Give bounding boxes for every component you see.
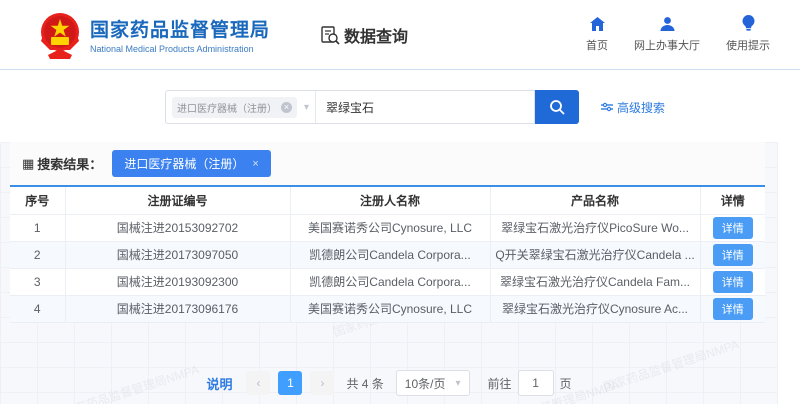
note-link[interactable]: 说明 bbox=[206, 374, 232, 393]
chevron-down-icon: ▾ bbox=[304, 102, 309, 113]
search-section: 进口医疗器械（注册） × ▾ 高级搜索 bbox=[0, 70, 800, 142]
nav-label: 使用提示 bbox=[726, 37, 770, 53]
org-name-zh: 国家药品监督管理局 bbox=[90, 15, 270, 42]
results-tab-label: 进口医疗器械（注册） bbox=[124, 155, 244, 172]
header-nav: 首页 网上办事大厅 使用提示 bbox=[586, 14, 770, 53]
org-name-en: National Medical Products Administration bbox=[90, 44, 270, 54]
page-size-value: 10条/页 bbox=[405, 375, 446, 392]
advanced-search-link[interactable]: 高级搜索 bbox=[601, 99, 665, 116]
results-label: ▦ 搜索结果： bbox=[22, 154, 102, 173]
results-bar: ▦ 搜索结果： 进口医疗器械（注册） × bbox=[10, 142, 765, 185]
goto-prefix: 前往 bbox=[488, 375, 512, 392]
chevron-down-icon: ▾ bbox=[455, 378, 460, 389]
page-size-select[interactable]: 10条/页 ▾ bbox=[396, 370, 470, 396]
cell-no: 4 bbox=[10, 295, 65, 322]
data-query-icon bbox=[320, 25, 340, 45]
detail-button[interactable]: 详情 bbox=[713, 244, 753, 266]
cell-detail: 详情 bbox=[700, 241, 765, 268]
cell-registrant: 美国赛诺秀公司Cynosure, LLC bbox=[290, 214, 490, 241]
nav-label: 网上办事大厅 bbox=[634, 37, 700, 53]
grid-icon: ▦ bbox=[22, 156, 34, 172]
app-title: 数据查询 bbox=[320, 23, 408, 47]
table-row: 1 国械注进20153092702 美国赛诺秀公司Cynosure, LLC 翠… bbox=[10, 214, 765, 241]
cell-cert: 国械注进20193092300 bbox=[65, 268, 290, 295]
home-icon bbox=[589, 14, 606, 32]
table-row: 3 国械注进20193092300 凯德朗公司Candela Corpora..… bbox=[10, 268, 765, 295]
prev-page-button[interactable]: ‹ bbox=[246, 371, 270, 395]
results-active-tab[interactable]: 进口医疗器械（注册） × bbox=[112, 150, 270, 177]
search-input[interactable] bbox=[315, 90, 535, 124]
goto-page: 前往 页 bbox=[488, 370, 572, 396]
user-icon bbox=[659, 14, 676, 32]
cell-product: 翠绿宝石激光治疗仪Candela Fam... bbox=[490, 268, 700, 295]
nav-item-service-hall[interactable]: 网上办事大厅 bbox=[634, 14, 700, 53]
cell-cert: 国械注进20173097050 bbox=[65, 241, 290, 268]
org-title-block: 国家药品监督管理局 National Medical Products Admi… bbox=[90, 15, 270, 54]
cell-no: 1 bbox=[10, 214, 65, 241]
col-header-no: 序号 bbox=[10, 186, 65, 214]
search-icon bbox=[549, 99, 565, 115]
bulb-icon bbox=[742, 14, 755, 32]
header: 国家药品监督管理局 National Medical Products Admi… bbox=[0, 0, 800, 70]
page-number-active[interactable]: 1 bbox=[278, 371, 302, 395]
national-emblem-logo bbox=[38, 11, 82, 59]
filter-icon bbox=[601, 102, 613, 112]
results-card: ▦ 搜索结果： 进口医疗器械（注册） × 序号 注册证编号 注册人名称 产品名称… bbox=[10, 142, 765, 323]
category-tag: 进口医疗器械（注册） × bbox=[172, 97, 297, 118]
app-title-label: 数据查询 bbox=[344, 23, 408, 47]
detail-button[interactable]: 详情 bbox=[713, 271, 753, 293]
col-header-product: 产品名称 bbox=[490, 186, 700, 214]
cell-no: 3 bbox=[10, 268, 65, 295]
cell-registrant: 凯德朗公司Candela Corpora... bbox=[290, 241, 490, 268]
cell-product: 翠绿宝石激光治疗仪PicoSure Wo... bbox=[490, 214, 700, 241]
cell-registrant: 美国赛诺秀公司Cynosure, LLC bbox=[290, 295, 490, 322]
col-header-registrant: 注册人名称 bbox=[290, 186, 490, 214]
category-tag-label: 进口医疗器械（注册） bbox=[177, 100, 277, 115]
col-header-cert: 注册证编号 bbox=[65, 186, 290, 214]
tab-close-icon[interactable]: × bbox=[252, 158, 258, 170]
search-box: 进口医疗器械（注册） × ▾ bbox=[165, 90, 579, 124]
table-header-row: 序号 注册证编号 注册人名称 产品名称 详情 bbox=[10, 186, 765, 214]
table-row: 2 国械注进20173097050 凯德朗公司Candela Corpora..… bbox=[10, 241, 765, 268]
advanced-search-label: 高级搜索 bbox=[617, 99, 665, 116]
cell-detail: 详情 bbox=[700, 214, 765, 241]
pagination: 说明 ‹ 1 › 共 4 条 10条/页 ▾ 前往 页 bbox=[0, 370, 778, 396]
category-tag-close-icon[interactable]: × bbox=[281, 102, 292, 113]
table-row: 4 国械注进20173096176 美国赛诺秀公司Cynosure, LLC 翠… bbox=[10, 295, 765, 322]
cell-product: Q开关翠绿宝石激光治疗仪Candela ... bbox=[490, 241, 700, 268]
cell-cert: 国械注进20153092702 bbox=[65, 214, 290, 241]
main-content: 国家药品监督管理局NMPA 国家药品监督管理局NMPA 国家药品监督管理局NMP… bbox=[0, 142, 778, 404]
category-select[interactable]: 进口医疗器械（注册） × ▾ bbox=[165, 90, 315, 124]
detail-button[interactable]: 详情 bbox=[713, 298, 753, 320]
cell-product: 翠绿宝石激光治疗仪Cynosure Ac... bbox=[490, 295, 700, 322]
cell-detail: 详情 bbox=[700, 268, 765, 295]
cell-detail: 详情 bbox=[700, 295, 765, 322]
col-header-detail: 详情 bbox=[700, 186, 765, 214]
results-table: 序号 注册证编号 注册人名称 产品名称 详情 1 国械注进20153092702… bbox=[10, 185, 765, 323]
goto-page-input[interactable] bbox=[518, 370, 554, 396]
cell-no: 2 bbox=[10, 241, 65, 268]
goto-suffix: 页 bbox=[560, 375, 572, 392]
next-page-button[interactable]: › bbox=[310, 371, 334, 395]
nav-label: 首页 bbox=[586, 37, 608, 53]
cell-registrant: 凯德朗公司Candela Corpora... bbox=[290, 268, 490, 295]
detail-button[interactable]: 详情 bbox=[713, 217, 753, 239]
nav-item-home[interactable]: 首页 bbox=[586, 14, 608, 53]
nav-item-usage-tips[interactable]: 使用提示 bbox=[726, 14, 770, 53]
total-count: 共 4 条 bbox=[346, 375, 383, 392]
search-button[interactable] bbox=[535, 90, 579, 124]
cell-cert: 国械注进20173096176 bbox=[65, 295, 290, 322]
